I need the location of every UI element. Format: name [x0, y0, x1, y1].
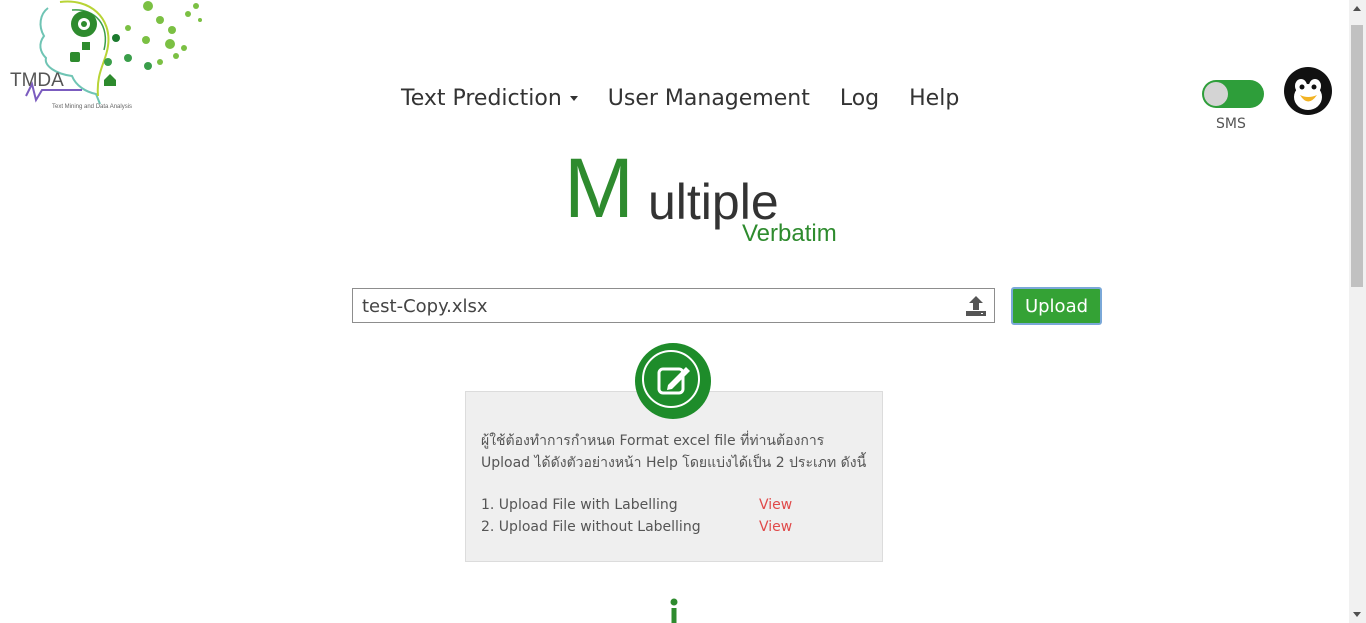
brand-first-letter: M — [564, 141, 634, 235]
brand-title: M ultiple Verbatim — [564, 140, 864, 250]
upload-button[interactable]: Upload — [1011, 287, 1102, 325]
list-item: 1. Upload File with Labelling — [481, 497, 678, 513]
nav-user-management[interactable]: User Management — [608, 86, 810, 111]
brain-head-icon — [25, 0, 202, 105]
tmda-logo[interactable]: TMDA Text Mining and Data Analysis — [0, 0, 215, 115]
logo-text: TMDA — [10, 70, 64, 91]
toggle-knob — [1204, 82, 1228, 106]
penguin-avatar-icon — [1284, 67, 1332, 115]
sms-toggle[interactable] — [1202, 80, 1264, 108]
nav-help[interactable]: Help — [909, 86, 959, 111]
info-icon — [670, 598, 678, 623]
pencil-square-icon — [657, 367, 690, 395]
info-description: ผู้ใช้ต้องทำการกำหนด Format excel file ท… — [481, 433, 867, 471]
list-item: 2. Upload File without Labelling — [481, 519, 701, 535]
vertical-scrollbar[interactable] — [1349, 0, 1366, 623]
edit-icon — [635, 343, 711, 419]
file-input[interactable]: test-Copy.xlsx — [352, 288, 995, 323]
sms-label: SMS — [1216, 116, 1246, 132]
scroll-down-arrow-icon[interactable] — [1353, 612, 1361, 617]
brand-subtitle: Verbatim — [742, 220, 837, 247]
scroll-up-arrow-icon[interactable] — [1353, 6, 1361, 11]
main-nav: Text Prediction User Management Log Help — [401, 86, 959, 111]
logo-subtitle: Text Mining and Data Analysis — [52, 104, 133, 110]
avatar[interactable] — [1283, 66, 1333, 116]
upload-icon[interactable] — [964, 294, 988, 322]
view-link-with-labelling[interactable]: View — [759, 497, 792, 513]
nav-log[interactable]: Log — [840, 86, 879, 111]
nav-text-prediction-label: Text Prediction — [401, 86, 562, 111]
view-link-without-labelling[interactable]: View — [759, 519, 792, 535]
scroll-thumb[interactable] — [1351, 25, 1363, 287]
caret-down-icon — [569, 96, 578, 101]
nav-text-prediction[interactable]: Text Prediction — [401, 86, 578, 111]
file-name: test-Copy.xlsx — [362, 296, 488, 317]
